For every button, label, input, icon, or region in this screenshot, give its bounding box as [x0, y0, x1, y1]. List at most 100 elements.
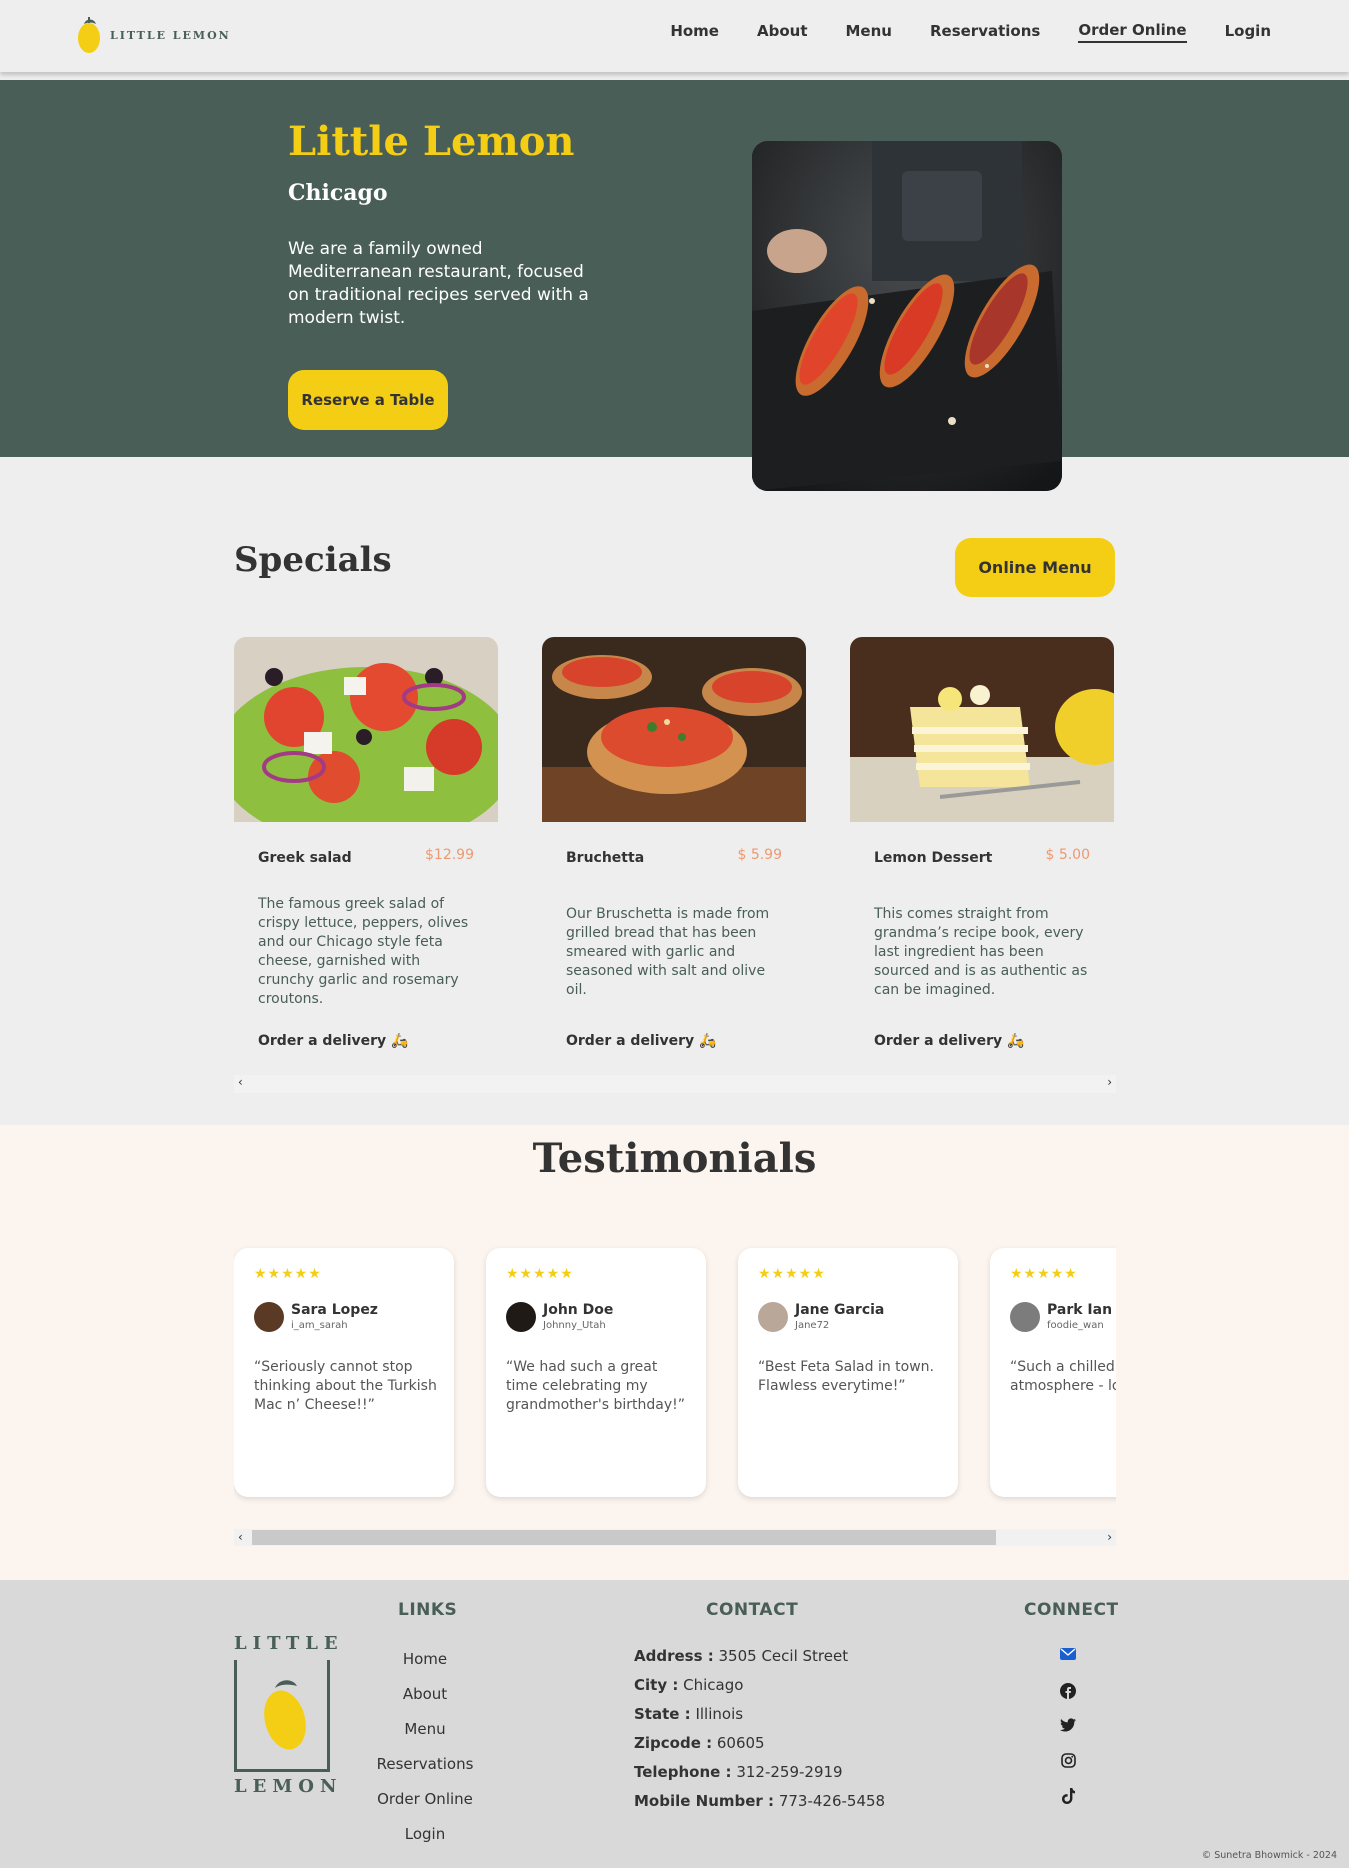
- testimonial-card: ★★★★★ Sara Lopez i_am_sarah “Seriously c…: [234, 1248, 454, 1497]
- order-delivery-label: Order a delivery: [258, 1033, 387, 1049]
- footer-link-reservations[interactable]: Reservations: [365, 1753, 485, 1788]
- nav-link-about[interactable]: About: [757, 22, 808, 42]
- nav-link-reservations[interactable]: Reservations: [930, 22, 1040, 42]
- star-rating: ★★★★★: [254, 1266, 322, 1282]
- scroll-right-icon[interactable]: ›: [1107, 1075, 1112, 1089]
- scroll-left-icon[interactable]: ‹: [238, 1075, 243, 1089]
- lemon-logo-icon: [264, 1680, 306, 1750]
- copyright-text: © Sunetra Bhowmick - 2024: [1201, 1850, 1337, 1861]
- testimonials-carousel: ★★★★★ Sara Lopez i_am_sarah “Seriously c…: [234, 1240, 1116, 1510]
- footer-logo-top: LITTLE: [234, 1633, 344, 1654]
- logo-text: LITTLE LEMON: [110, 28, 231, 42]
- footer-logo: LITTLE LEMON: [234, 1633, 344, 1797]
- testimonials-scrollbar[interactable]: ‹ ›: [234, 1529, 1116, 1546]
- contact-info: Address : 3505 Cecil Street City : Chica…: [634, 1645, 885, 1819]
- tiktok-icon[interactable]: [1058, 1788, 1078, 1823]
- footer-logo-bottom: LEMON: [234, 1776, 343, 1797]
- logo[interactable]: LITTLE LEMON: [76, 14, 231, 56]
- hero-subtitle: Chicago: [288, 180, 388, 206]
- review-quote: “Seriously cannot stop thinking about th…: [254, 1359, 437, 1413]
- testimonial-card: ★★★★★ Jane Garcia Jane72 “Best Feta Sala…: [738, 1248, 958, 1497]
- reserve-table-button[interactable]: Reserve a Table: [288, 370, 448, 430]
- reviewer-handle: foodie_wan: [1047, 1320, 1104, 1331]
- special-card-bruchetta: Bruchetta $ 5.99 Our Bruschetta is made …: [542, 637, 806, 1049]
- scroll-right-icon[interactable]: ›: [1107, 1530, 1112, 1544]
- scroll-left-icon[interactable]: ‹: [238, 1530, 243, 1544]
- avatar: [758, 1302, 788, 1332]
- special-description: Our Bruschetta is made from grilled brea…: [566, 906, 770, 998]
- review-quote: “We had such a great time celebrating my…: [506, 1359, 686, 1413]
- hero-description: We are a family owned Mediterranean rest…: [288, 239, 589, 328]
- testimonial-card: ★★★★★ Park Ian foodie_wan “Such a chille…: [990, 1248, 1116, 1497]
- special-description: The famous greek salad of crispy lettuce…: [258, 896, 469, 1007]
- nav-link-order-online[interactable]: Order Online: [1078, 21, 1187, 43]
- testimonials-title: Testimonials: [532, 1135, 817, 1182]
- avatar: [254, 1302, 284, 1332]
- contact-heading: CONTACT: [706, 1600, 799, 1620]
- order-delivery-link[interactable]: Order a delivery 🛵: [566, 1033, 717, 1049]
- footer-link-menu[interactable]: Menu: [365, 1718, 485, 1753]
- scooter-icon: 🛵: [1007, 1033, 1025, 1049]
- lemon-logo-icon: [78, 17, 100, 53]
- nav-links: Home About Menu Reservations Order Onlin…: [670, 0, 1271, 64]
- special-price: $ 5.99: [737, 847, 782, 863]
- footer-link-order-online[interactable]: Order Online: [365, 1788, 485, 1823]
- reviewer-handle: i_am_sarah: [291, 1320, 348, 1331]
- hero-section: [0, 80, 1349, 457]
- contact-city: City : Chicago: [634, 1676, 744, 1694]
- links-heading: LINKS: [398, 1600, 458, 1620]
- contact-mobile: Mobile Number : 773-426-5458: [634, 1792, 886, 1810]
- special-card-greek-salad: Greek salad $12.99 The famous greek sala…: [234, 637, 498, 1049]
- nav-link-menu[interactable]: Menu: [846, 22, 892, 42]
- order-delivery-label: Order a delivery: [566, 1033, 695, 1049]
- footer-link-login[interactable]: Login: [365, 1823, 485, 1858]
- specials-title: Specials: [234, 540, 392, 580]
- scooter-icon: 🛵: [699, 1033, 717, 1049]
- hero-image: [752, 141, 1062, 491]
- contact-address: Address : 3505 Cecil Street: [634, 1647, 849, 1665]
- star-rating: ★★★★★: [1010, 1266, 1078, 1282]
- order-delivery-label: Order a delivery: [874, 1033, 1003, 1049]
- instagram-icon[interactable]: [1058, 1753, 1078, 1788]
- special-name: Bruchetta: [566, 850, 645, 866]
- contact-telephone: Telephone : 312-259-2919: [634, 1763, 843, 1781]
- specials-scrollbar[interactable]: ‹ ›: [234, 1075, 1116, 1093]
- envelope-icon[interactable]: [1058, 1648, 1078, 1683]
- special-name: Greek salad: [258, 850, 352, 866]
- avatar: [506, 1302, 536, 1332]
- contact-zipcode: Zipcode : 60605: [634, 1734, 765, 1752]
- reviewer-name: John Doe: [543, 1302, 614, 1318]
- online-menu-button[interactable]: Online Menu: [955, 538, 1115, 597]
- order-delivery-link[interactable]: Order a delivery 🛵: [874, 1033, 1025, 1049]
- review-quote: “Best Feta Salad in town. Flawless every…: [758, 1359, 935, 1394]
- lemon-dessert-image: [850, 637, 1114, 822]
- hero-title: Little Lemon: [288, 118, 575, 165]
- reviewer-name: Sara Lopez: [291, 1302, 378, 1318]
- testimonial-card: ★★★★★ John Doe Johnny_Utah “We had such …: [486, 1248, 706, 1497]
- avatar: [1010, 1302, 1040, 1332]
- social-links: [1058, 1648, 1078, 1823]
- footer-logo-frame: [234, 1660, 330, 1772]
- star-rating: ★★★★★: [506, 1266, 574, 1282]
- top-navigation: LITTLE LEMON Home About Menu Reservation…: [0, 0, 1349, 72]
- special-price: $ 5.00: [1045, 847, 1090, 863]
- nav-link-home[interactable]: Home: [670, 22, 719, 42]
- special-description: This comes straight from grandma’s recip…: [874, 906, 1088, 998]
- footer-link-about[interactable]: About: [365, 1683, 485, 1718]
- contact-state: State : Illinois: [634, 1705, 744, 1723]
- nav-link-login[interactable]: Login: [1225, 22, 1271, 42]
- order-delivery-link[interactable]: Order a delivery 🛵: [258, 1033, 409, 1049]
- reviewer-name: Jane Garcia: [795, 1302, 885, 1318]
- special-name: Lemon Dessert: [874, 850, 993, 866]
- footer-link-home[interactable]: Home: [365, 1648, 485, 1683]
- connect-heading: CONNECT: [1024, 1600, 1119, 1620]
- special-price: $12.99: [425, 847, 474, 863]
- bruchetta-image: [542, 637, 806, 822]
- facebook-icon[interactable]: [1058, 1683, 1078, 1718]
- scrollbar-thumb[interactable]: [252, 1530, 996, 1545]
- reviewer-handle: Jane72: [795, 1320, 830, 1331]
- twitter-icon[interactable]: [1058, 1718, 1078, 1753]
- scooter-icon: 🛵: [391, 1033, 409, 1049]
- reviewer-handle: Johnny_Utah: [543, 1320, 606, 1331]
- special-card-lemon-dessert: Lemon Dessert $ 5.00 This comes straight…: [850, 637, 1114, 1049]
